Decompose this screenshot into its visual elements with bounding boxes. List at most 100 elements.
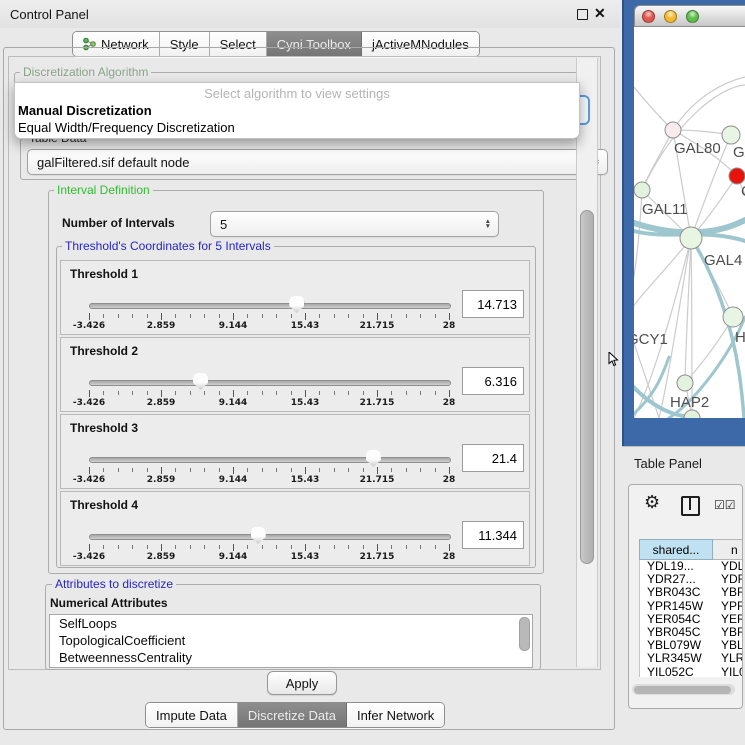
cell-name[interactable]: YLR3 <box>721 652 743 665</box>
node-table-body[interactable]: YDL19...YDL1YDR27...YDR2YBR043CYBR0YPR14… <box>639 560 743 677</box>
network-graph[interactable]: GAL80GACGAL11GAL4GCY1HHAP2 <box>634 27 745 418</box>
network-node[interactable] <box>677 375 693 391</box>
minor-tick <box>219 391 220 395</box>
cell-shared-name[interactable]: YLR345W <box>647 652 702 665</box>
float-window-icon[interactable] <box>577 9 588 20</box>
column-header-name[interactable]: n <box>713 539 743 560</box>
minor-tick <box>103 314 104 318</box>
network-node[interactable] <box>722 126 740 144</box>
threshold-slider-thumb[interactable] <box>289 296 304 313</box>
minor-tick <box>348 314 349 318</box>
cell-name[interactable]: YER0 <box>721 613 743 626</box>
stepper-icon[interactable]: ▲▼ <box>485 219 491 229</box>
table-row[interactable]: YIL052C YIL0 <box>640 666 743 678</box>
table-hscrollbar-thumb[interactable] <box>634 686 731 694</box>
gear-icon[interactable]: ⚙ <box>644 492 660 513</box>
tick-label: 21.715 <box>360 552 395 562</box>
minor-tick <box>175 314 176 318</box>
minor-tick <box>348 545 349 549</box>
minor-tick <box>291 545 292 549</box>
cell-shared-name[interactable]: YBR043C <box>647 586 700 599</box>
minor-tick <box>175 468 176 472</box>
dropdown-placeholder-item[interactable]: Select algorithm to view settings <box>15 85 579 102</box>
checkbox-icons[interactable]: ☑☑ <box>714 498 736 512</box>
discretization-algorithm-label: Discretization Algorithm <box>20 65 151 79</box>
attribute-item-betweennesscentrality[interactable]: BetweennessCentrality <box>50 649 532 666</box>
threshold-slider-track[interactable] <box>89 303 451 309</box>
minimize-traffic-light-icon[interactable] <box>664 10 677 23</box>
zoom-traffic-light-icon[interactable] <box>686 10 699 23</box>
minor-tick <box>334 468 335 472</box>
network-node[interactable] <box>723 307 743 327</box>
cell-shared-name[interactable]: YER054C <box>647 613 700 626</box>
minor-tick <box>204 468 205 472</box>
threshold-slider-track[interactable] <box>89 380 451 386</box>
table-row[interactable]: YER054C YER0 <box>640 613 743 626</box>
minor-tick <box>262 391 263 395</box>
minor-tick <box>420 314 421 318</box>
threshold-slider-thumb[interactable] <box>366 450 381 467</box>
threshold-value-field[interactable]: 6.316 <box>462 367 524 395</box>
minor-tick <box>406 391 407 395</box>
minor-tick <box>262 468 263 472</box>
threshold-value-field[interactable]: 21.4 <box>462 444 524 472</box>
threshold-panel-2: Threshold 2-3.4262.8599.14415.4321.71528… <box>60 337 530 412</box>
minor-tick <box>348 468 349 472</box>
attribute-item-topologicalcoefficient[interactable]: TopologicalCoefficient <box>50 632 532 649</box>
network-node-label: GCY1 <box>634 331 668 348</box>
minor-tick <box>291 314 292 318</box>
cell-name[interactable]: YPR1 <box>721 600 743 613</box>
table-row[interactable]: YBR043C YBR0 <box>640 586 743 599</box>
tick-label: -3.426 <box>73 475 105 485</box>
network-window-titlebar[interactable] <box>634 5 745 27</box>
network-node[interactable] <box>665 122 681 138</box>
tab-infer-network[interactable]: Infer Network <box>347 703 444 727</box>
cell-name[interactable]: YIL0 <box>721 666 743 678</box>
attribute-item-selfloops[interactable]: SelfLoops <box>50 615 532 632</box>
minor-tick <box>334 314 335 318</box>
table-row[interactable]: YPR145W YPR1 <box>640 600 743 613</box>
network-edge <box>634 87 673 130</box>
major-tick <box>377 544 378 551</box>
dropdown-option-manual-discretization[interactable]: Manual Discretization <box>15 102 582 119</box>
major-tick <box>377 390 378 397</box>
attributes-scrollbar[interactable] <box>519 617 530 651</box>
threshold-slider-thumb[interactable] <box>251 527 266 544</box>
network-node[interactable] <box>680 227 702 249</box>
column-header-shared-name[interactable]: shared... <box>639 539 713 560</box>
major-tick <box>161 390 162 397</box>
table-row[interactable]: YLR345W YLR3 <box>640 652 743 665</box>
network-canvas[interactable]: GAL80GACGAL11GAL4GCY1HHAP2 <box>634 27 745 418</box>
dropdown-option-equal-width-frequency-discretization[interactable]: Equal Width/Frequency Discretization <box>15 119 582 136</box>
threshold-slider-track[interactable] <box>89 534 451 540</box>
threshold-value-field[interactable]: 14.713 <box>462 290 524 318</box>
tab-impute-data[interactable]: Impute Data <box>146 703 238 727</box>
threshold-slider-track[interactable] <box>89 457 451 463</box>
threshold-slider-thumb[interactable] <box>193 373 208 390</box>
minor-tick <box>219 314 220 318</box>
tab-discretize-data[interactable]: Discretize Data <box>238 703 347 727</box>
minor-tick <box>247 391 248 395</box>
close-traffic-light-icon[interactable] <box>642 10 655 23</box>
network-edge <box>634 190 642 318</box>
network-node[interactable] <box>634 182 650 198</box>
cell-shared-name[interactable]: YIL052C <box>647 666 694 678</box>
threshold-value-field[interactable]: 11.344 <box>462 521 524 549</box>
network-node[interactable] <box>729 168 745 184</box>
minor-tick <box>276 391 277 395</box>
main-scrollbar-thumb[interactable] <box>580 210 594 564</box>
close-icon[interactable]: ✕ <box>594 5 606 22</box>
minor-tick <box>175 545 176 549</box>
minor-tick <box>103 468 104 472</box>
table-data-combobox[interactable]: galFiltered.sif default node ▲▼ <box>27 149 608 175</box>
thresholds-group-label: Threshold's Coordinates for 5 Intervals <box>62 239 274 253</box>
network-node[interactable] <box>684 410 700 418</box>
cell-name[interactable]: YBR0 <box>721 586 743 599</box>
minor-tick <box>276 314 277 318</box>
apply-button[interactable]: Apply <box>267 671 337 695</box>
split-view-icon[interactable] <box>681 496 700 516</box>
tick-label: 2.859 <box>147 398 175 408</box>
table-hscrollbar-track[interactable] <box>632 684 735 695</box>
number-of-intervals-combobox[interactable]: 5 ▲▼ <box>210 211 499 237</box>
cell-shared-name[interactable]: YPR145W <box>647 600 703 613</box>
